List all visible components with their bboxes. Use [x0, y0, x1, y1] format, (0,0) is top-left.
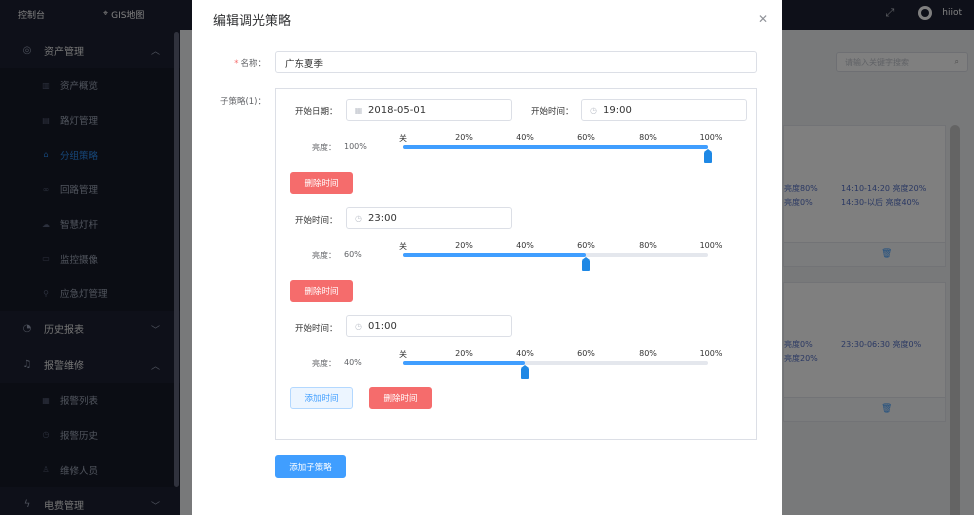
- clock-icon: ◷: [355, 321, 362, 331]
- time-value: 23:00: [368, 212, 397, 224]
- time-value: 01:00: [368, 320, 397, 332]
- time-value: 19:00: [603, 104, 632, 116]
- name-label-text: 名称：: [240, 59, 266, 69]
- dialog-title: 编辑调光策略: [213, 14, 292, 29]
- delete-time-button[interactable]: 删除时间: [369, 387, 432, 409]
- name-label: * 名称：: [222, 57, 266, 69]
- tick-label: 80%: [639, 241, 657, 250]
- brightness-slider[interactable]: [403, 253, 708, 271]
- tick-label: 100%: [699, 349, 723, 358]
- brightness-ticks: 关 20% 40% 60% 80% 100%: [398, 349, 722, 361]
- slider-handle[interactable]: [521, 365, 529, 379]
- brightness-label: 亮度：: [312, 359, 336, 368]
- required-mark: *: [234, 59, 239, 69]
- time-picker[interactable]: ◷ 01:00: [346, 315, 512, 337]
- start-time-label: 开始时间：: [295, 216, 338, 226]
- tick-label: 关: [399, 134, 407, 143]
- tick-label: 100%: [699, 241, 723, 250]
- delete-time-button[interactable]: 删除时间: [290, 172, 353, 194]
- tick-label: 20%: [455, 241, 473, 250]
- brightness-slider[interactable]: [403, 145, 712, 163]
- delete-time-button[interactable]: 删除时间: [290, 280, 353, 302]
- slider-handle[interactable]: [582, 257, 590, 271]
- brightness-value: 40%: [344, 358, 362, 367]
- name-input[interactable]: 广东夏季: [275, 51, 757, 73]
- tick-label: 40%: [516, 133, 534, 142]
- tick-label: 20%: [455, 349, 473, 358]
- tick-label: 60%: [577, 241, 595, 250]
- tick-label: 60%: [577, 349, 595, 358]
- slider-fill: [403, 253, 586, 257]
- start-date-value: 2018-05-01: [368, 104, 427, 116]
- tick-label: 40%: [516, 241, 534, 250]
- start-date-label: 开始日期：: [295, 107, 338, 117]
- brightness-value: 100%: [344, 142, 367, 151]
- brightness-ticks: 关 20% 40% 60% 80% 100%: [398, 133, 722, 145]
- tick-label: 80%: [639, 133, 657, 142]
- add-substrategy-button[interactable]: 添加子策略: [275, 455, 346, 478]
- calendar-icon: ▦: [354, 105, 363, 115]
- clock-icon: ◷: [590, 105, 597, 115]
- time-picker[interactable]: ◷ 23:00: [346, 207, 512, 229]
- tick-label: 100%: [699, 133, 723, 142]
- clock-icon: ◷: [355, 213, 362, 223]
- brightness-ticks: 关 20% 40% 60% 80% 100%: [398, 241, 722, 253]
- slider-fill: [403, 145, 708, 149]
- tick-label: 80%: [639, 349, 657, 358]
- substrategy-box: 开始日期： ▦ 2018-05-01 开始时间： ◷ 19:00 亮度： 100…: [275, 88, 757, 440]
- slider-fill: [403, 361, 525, 365]
- start-date-picker[interactable]: ▦ 2018-05-01: [346, 99, 512, 121]
- substrategy-label: 子策略(1)：: [219, 97, 266, 107]
- add-time-button[interactable]: 添加时间: [290, 387, 353, 409]
- tick-label: 20%: [455, 133, 473, 142]
- edit-dimming-strategy-dialog: 编辑调光策略 ✕ * 名称： 广东夏季 子策略(1)： 开始日期： ▦ 2018-…: [192, 0, 782, 515]
- tick-label: 60%: [577, 133, 595, 142]
- start-time-label: 开始时间：: [531, 107, 574, 117]
- brightness-slider[interactable]: [403, 361, 708, 379]
- brightness-label: 亮度：: [312, 251, 336, 260]
- brightness-value: 60%: [344, 250, 362, 259]
- close-icon[interactable]: ✕: [758, 12, 768, 26]
- tick-label: 关: [399, 350, 407, 359]
- slider-handle[interactable]: [704, 149, 712, 163]
- time-picker[interactable]: ◷ 19:00: [581, 99, 747, 121]
- tick-label: 40%: [516, 349, 534, 358]
- brightness-label: 亮度：: [312, 143, 336, 152]
- start-time-label: 开始时间：: [295, 324, 338, 334]
- tick-label: 关: [399, 242, 407, 251]
